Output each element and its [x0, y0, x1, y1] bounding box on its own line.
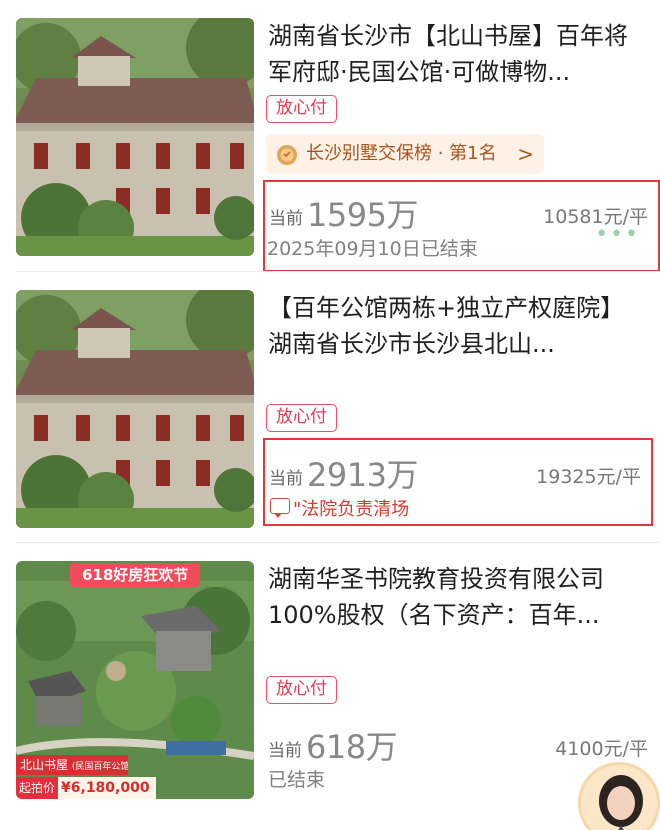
listing-card-1[interactable]: 湖南省长沙市【北山书屋】百年将军府邸·民国公馆·可做博物... 放心付 长沙别墅…: [0, 0, 660, 272]
rank-banner[interactable]: 长沙别墅交保榜 · 第1名 >: [266, 134, 544, 174]
price-highlight-box: 当前 1595万 10581元/平 2025年09月10日已结束 •••: [263, 180, 660, 272]
safe-pay-badge: 放心付: [266, 95, 337, 123]
message-icon: [270, 498, 290, 518]
agent-portrait-icon: [581, 765, 657, 830]
price-prefix: 当前: [268, 741, 302, 761]
listing-photo[interactable]: [16, 290, 254, 528]
price-prefix: 当前: [269, 469, 303, 489]
price-prefix: 当前: [269, 209, 303, 229]
current-price: 618万: [306, 728, 398, 766]
photo-overlay-name: 北山书屋 (民国百年公馆): [16, 755, 128, 775]
price-highlight-box: 当前 2913万 19325元/平 "法院负责清场: [263, 438, 653, 526]
listing-title[interactable]: 湖南华圣书院教育投资有限公司100%股权（名下资产：百年...: [268, 561, 648, 633]
safe-pay-badge: 放心付: [266, 676, 337, 704]
listing-card-3[interactable]: 618好房狂欢节 北山书屋 (民国百年公馆) 起拍价 ¥6,180,000 湖南华…: [0, 543, 660, 830]
mansion-photo: [16, 18, 254, 256]
more-dots-icon[interactable]: •••: [595, 222, 640, 247]
listing-photo[interactable]: [16, 18, 254, 256]
medal-icon: [277, 145, 297, 165]
listing-card-2[interactable]: 【百年公馆两栋+独立产权庭院】湖南省长沙市长沙县北山... 放心付 当前 291…: [0, 272, 660, 543]
mansion-photo: [16, 290, 254, 528]
current-price: 1595万: [307, 196, 418, 234]
rank-label: 长沙别墅交保榜 · 第1名: [306, 143, 497, 164]
safe-pay-badge: 放心付: [266, 404, 337, 432]
listing-photo[interactable]: 618好房狂欢节 北山书屋 (民国百年公馆) 起拍价 ¥6,180,000: [16, 561, 254, 799]
listing-title[interactable]: 【百年公馆两栋+独立产权庭院】湖南省长沙市长沙县北山...: [268, 290, 648, 362]
auction-status: 2025年09月10日已结束: [267, 238, 478, 260]
listing-note: "法院负责清场: [293, 499, 410, 520]
unit-price: 19325元/平: [536, 466, 641, 488]
auction-status: 已结束: [268, 769, 326, 791]
photo-overlay-price: 起拍价 ¥6,180,000: [16, 777, 156, 799]
unit-price: 4100元/平: [555, 738, 648, 760]
current-price: 2913万: [307, 456, 418, 494]
listing-title[interactable]: 湖南省长沙市【北山书屋】百年将军府邸·民国公馆·可做博物...: [268, 18, 648, 90]
chevron-right-icon: >: [517, 142, 534, 166]
promo-tag: 618好房狂欢节: [70, 563, 201, 587]
